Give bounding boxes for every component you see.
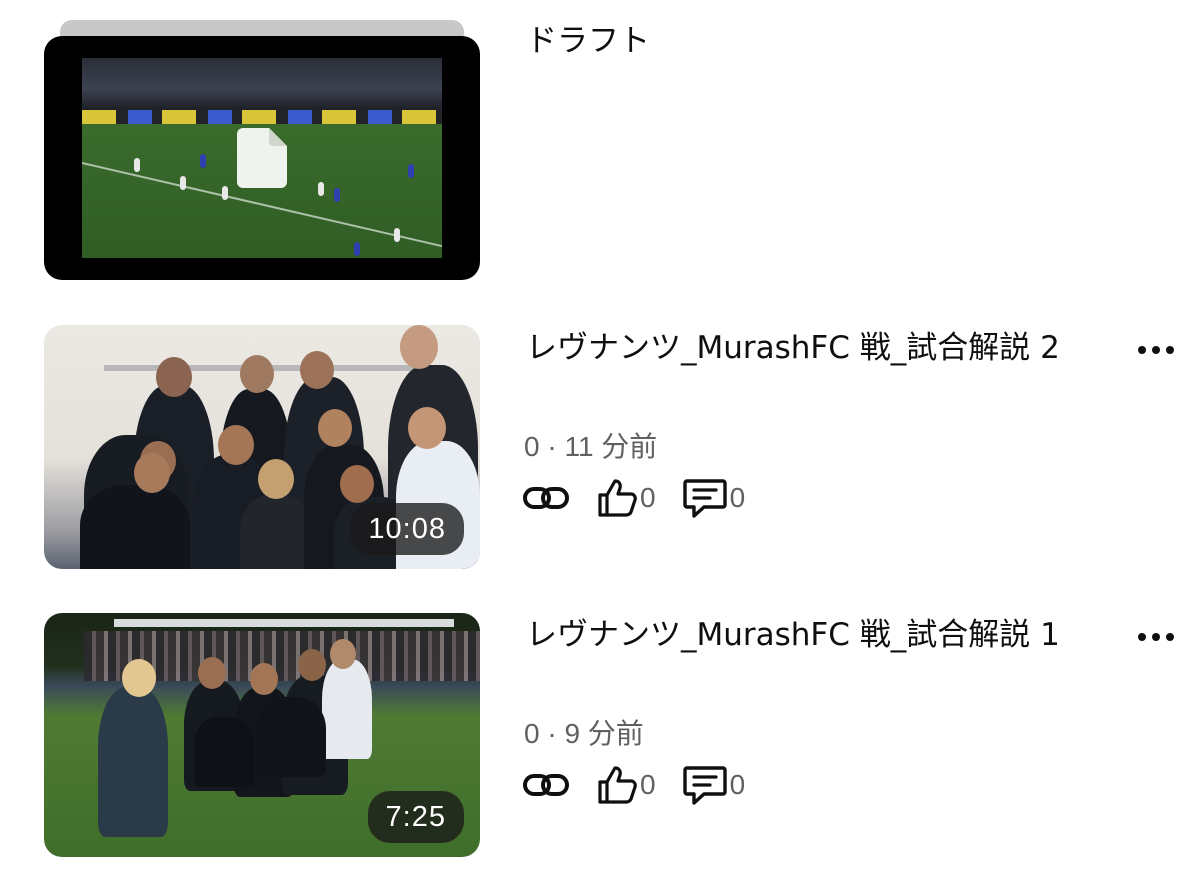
video-thumbnail[interactable]: 7:25 — [44, 613, 480, 857]
video-duration: 7:25 — [367, 791, 464, 843]
like-button[interactable]: 0 — [596, 764, 656, 806]
video-title[interactable]: レヴナンツ_MurashFC 戦_試合解説 2 — [526, 325, 1116, 371]
document-icon — [237, 128, 287, 188]
comment-button[interactable]: 0 — [682, 764, 746, 806]
copy-link-button[interactable] — [522, 484, 570, 512]
video-actions: 0 0 — [522, 473, 771, 523]
video-actions: 0 0 — [522, 760, 771, 810]
thumbs-up-icon — [598, 766, 637, 804]
video-meta: 0 · 11 分前 — [524, 431, 658, 462]
more-options-icon[interactable] — [1138, 335, 1174, 365]
draft-title[interactable]: ドラフト — [526, 18, 1116, 64]
comment-icon — [682, 479, 727, 518]
draft-thumbnail[interactable] — [44, 36, 480, 280]
video-duration: 10:08 — [350, 503, 464, 555]
more-options-icon[interactable] — [1138, 622, 1174, 652]
thumbs-up-icon — [598, 479, 637, 517]
video-title[interactable]: レヴナンツ_MurashFC 戦_試合解説 1 — [526, 612, 1116, 658]
video-meta: 0 · 9 分前 — [524, 718, 644, 749]
comment-count: 0 — [729, 769, 746, 800]
draft-item[interactable]: ドラフト — [0, 0, 1199, 290]
comment-button[interactable]: 0 — [682, 477, 746, 519]
link-icon — [523, 774, 569, 796]
comment-count: 0 — [729, 482, 746, 513]
copy-link-button[interactable] — [522, 771, 570, 799]
like-count: 0 — [640, 769, 656, 800]
video-item[interactable]: 10:08 レヴナンツ_MurashFC 戦_試合解説 2 0 · 11 分前 … — [0, 325, 1199, 570]
video-item[interactable]: 7:25 レヴナンツ_MurashFC 戦_試合解説 1 0 · 9 分前 0 … — [0, 612, 1199, 862]
comment-icon — [682, 766, 727, 805]
link-icon — [523, 487, 569, 509]
like-count: 0 — [640, 482, 656, 513]
video-thumbnail[interactable]: 10:08 — [44, 325, 480, 569]
like-button[interactable]: 0 — [596, 477, 656, 519]
